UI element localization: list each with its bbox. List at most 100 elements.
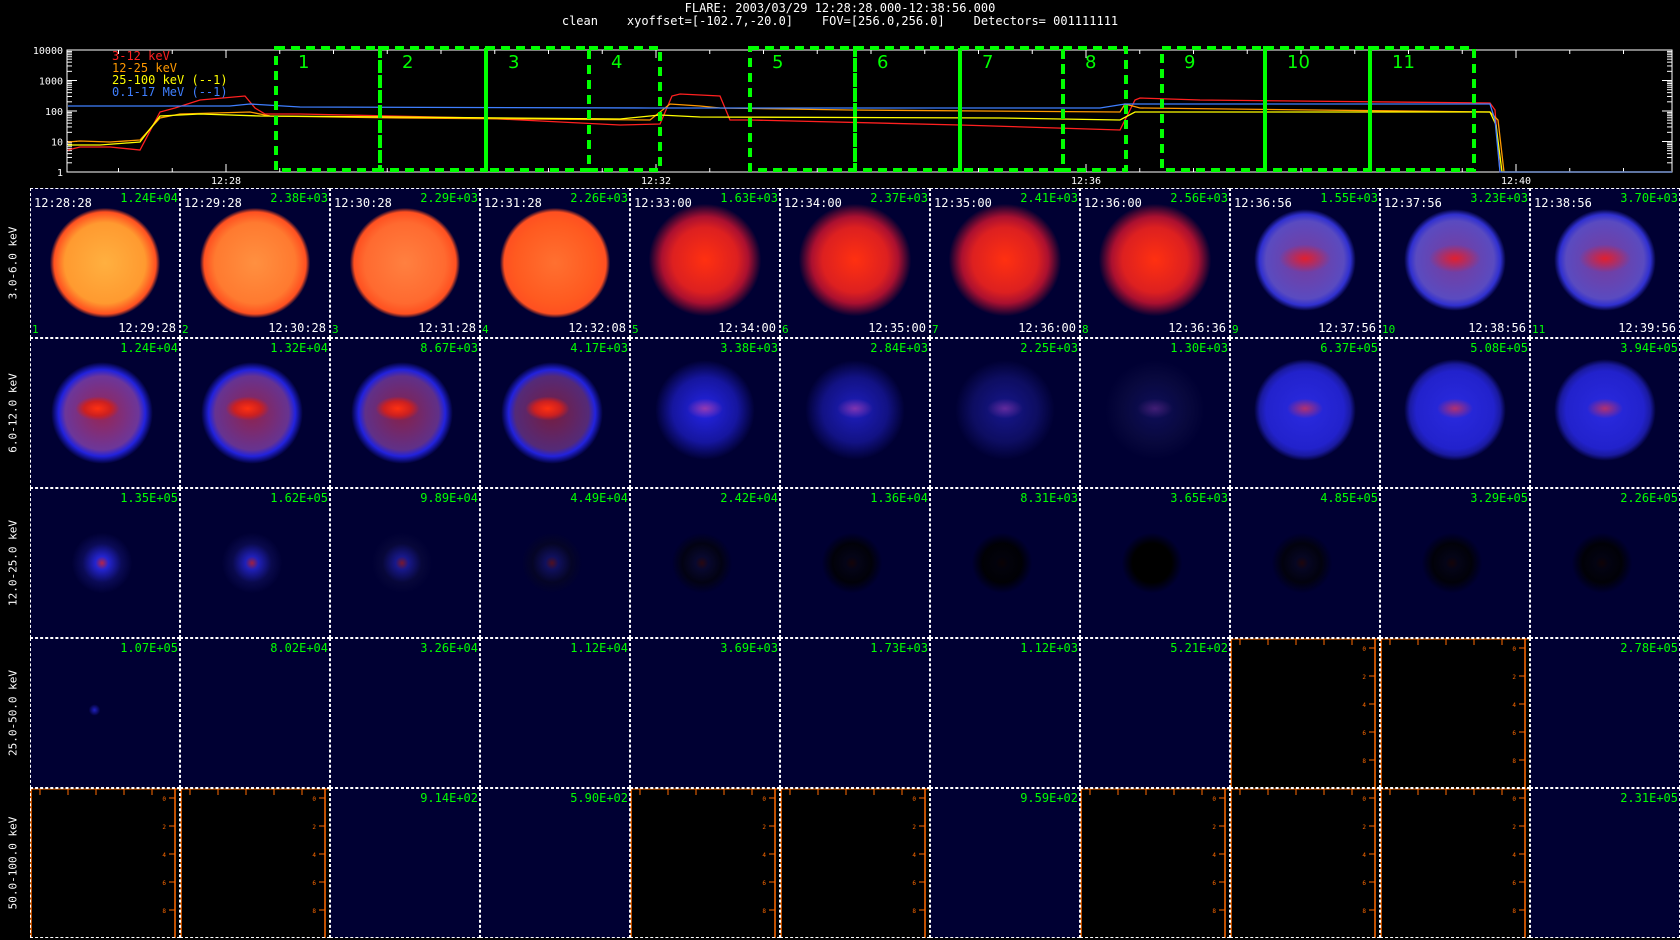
empty-axis-tick-label: 4: [1362, 852, 1366, 859]
empty-axis-tick-label: 0: [912, 796, 916, 803]
flare-image: [1530, 638, 1680, 788]
empty-axis-tick-label: 6: [1362, 730, 1366, 737]
image-maximum: 3.26E+04: [420, 641, 478, 655]
interval-index: 9: [1232, 323, 1239, 336]
flare-image: [1530, 488, 1680, 638]
flare-image: [180, 638, 330, 788]
empty-axes: 0 2 4 6 8: [1380, 638, 1530, 788]
lightcurve-plot: 10000100010010112:28 12:32 12:36 12:403-12 …: [33, 46, 1673, 186]
image-maximum: 5.21E+02: [1170, 641, 1228, 655]
empty-axis-tick-label: 4: [762, 852, 766, 859]
interval-end-time: 12:34:00: [718, 321, 776, 335]
flare-image: [480, 188, 630, 338]
image-cell: 5.21E+02: [1080, 638, 1230, 788]
empty-axes: 0 2 4 6 8: [1230, 638, 1380, 788]
series-3-12kev: [67, 93, 1672, 173]
interval-end-time: 12:32:08: [568, 321, 626, 335]
image-cell: 9.59E+02: [930, 788, 1080, 938]
flare-image: [330, 488, 480, 638]
empty-axis-tick-label: 6: [1362, 880, 1366, 887]
image-maximum: 8.67E+03: [420, 341, 478, 355]
image-maximum: 3.94E+05: [1620, 341, 1678, 355]
interval-box: [958, 46, 1065, 172]
interval-index: 7: [932, 323, 939, 336]
image-maximum: 1.30E+03: [1170, 341, 1228, 355]
image-cell: 0 2 4 6 8: [1080, 788, 1230, 938]
interval-index: 6: [782, 323, 789, 336]
image-cell: 1.30E+03: [1080, 338, 1230, 488]
flare-image: [1230, 488, 1380, 638]
image-cell: 2.25E+03: [930, 338, 1080, 488]
image-maximum: 2.29E+03: [420, 191, 478, 205]
empty-axis-tick-label: 4: [1512, 852, 1516, 859]
image-cell: 4.85E+05: [1230, 488, 1380, 638]
image-cell: 2.26E+03 12:31:28 12:32:08 4: [480, 188, 630, 338]
empty-axis-tick-label: 6: [1212, 880, 1216, 887]
empty-axis-tick-label: 4: [162, 852, 166, 859]
image-maximum: 3.70E+03: [1620, 191, 1678, 205]
empty-axes: 0 2 4 6 8: [1380, 788, 1530, 938]
flare-image: [780, 338, 930, 488]
interval-label: 10: [1287, 52, 1310, 73]
image-cell: 4.17E+03: [480, 338, 630, 488]
x-tick-label: 12:40: [1501, 176, 1531, 186]
x-tick-label: 12:32: [641, 176, 671, 186]
energy-band-label: 3.0-6.0 keV: [0, 188, 26, 338]
flare-image: [480, 338, 630, 488]
image-maximum: 9.59E+02: [1020, 791, 1078, 805]
image-maximum: 2.78E+05: [1620, 641, 1678, 655]
image-maximum: 9.14E+02: [420, 791, 478, 805]
interval-start-time: 12:35:00: [934, 196, 992, 210]
empty-axis-tick-label: 2: [1512, 674, 1516, 681]
interval-index: 4: [482, 323, 489, 336]
interval-start-time: 12:30:28: [334, 196, 392, 210]
image-cell: 2.29E+03 12:30:28 12:31:28 3: [330, 188, 480, 338]
interval-label: 2: [402, 52, 413, 73]
flare-image: [180, 188, 330, 338]
image-cell: 1.62E+05: [180, 488, 330, 638]
flare-image: [1380, 338, 1530, 488]
image-cell: 1.35E+05: [30, 488, 180, 638]
image-cell: 2.41E+03 12:35:00 12:36:00 7: [930, 188, 1080, 338]
image-maximum: 2.31E+05: [1620, 791, 1678, 805]
flare-image: [330, 338, 480, 488]
flare-image: [480, 788, 630, 938]
image-cell: 1.07E+05: [30, 638, 180, 788]
energy-band-label: 25.0-50.0 keV: [0, 638, 26, 788]
flare-image: [1080, 638, 1230, 788]
empty-axis-tick-label: 2: [912, 824, 916, 831]
interval-box: [587, 46, 662, 172]
y-tick-label: 1000: [39, 77, 63, 88]
image-cell: 3.23E+03 12:37:56 12:38:56 10: [1380, 188, 1530, 338]
image-maximum: 5.90E+02: [570, 791, 628, 805]
image-maximum: 1.12E+03: [1020, 641, 1078, 655]
empty-axis-tick-label: 8: [1362, 908, 1366, 915]
flare-image: [930, 338, 1080, 488]
image-maximum: 1.55E+03: [1320, 191, 1378, 205]
interval-end-time: 12:37:56: [1318, 321, 1376, 335]
energy-band-text: 3.0-6.0 keV: [6, 226, 20, 300]
interval-start-time: 12:36:00: [1084, 196, 1142, 210]
image-cell: 1.63E+03 12:33:00 12:34:00 5: [630, 188, 780, 338]
image-cell: 8.31E+03: [930, 488, 1080, 638]
flare-image: [180, 338, 330, 488]
energy-band-text: 12.0-25.0 keV: [6, 519, 20, 607]
empty-axis-tick-label: 6: [912, 880, 916, 887]
flare-image: [30, 638, 180, 788]
empty-axis-tick-label: 2: [762, 824, 766, 831]
empty-axes: 0 2 4 6 8: [180, 788, 330, 938]
flare-image: [780, 488, 930, 638]
image-maximum: 2.25E+03: [1020, 341, 1078, 355]
empty-axis-tick-label: 8: [1362, 758, 1366, 765]
image-cell: 1.12E+03: [930, 638, 1080, 788]
image-cell: 1.24E+04: [30, 338, 180, 488]
image-cell: 0 2 4 6 8: [1380, 638, 1530, 788]
empty-axis-tick-label: 6: [762, 880, 766, 887]
flare-image: [930, 788, 1080, 938]
image-maximum: 1.07E+05: [120, 641, 178, 655]
empty-axis-tick-label: 8: [312, 908, 316, 915]
flare-image: [1530, 188, 1680, 338]
empty-axis-tick-label: 8: [762, 908, 766, 915]
flare-image: [480, 638, 630, 788]
image-maximum: 6.37E+05: [1320, 341, 1378, 355]
